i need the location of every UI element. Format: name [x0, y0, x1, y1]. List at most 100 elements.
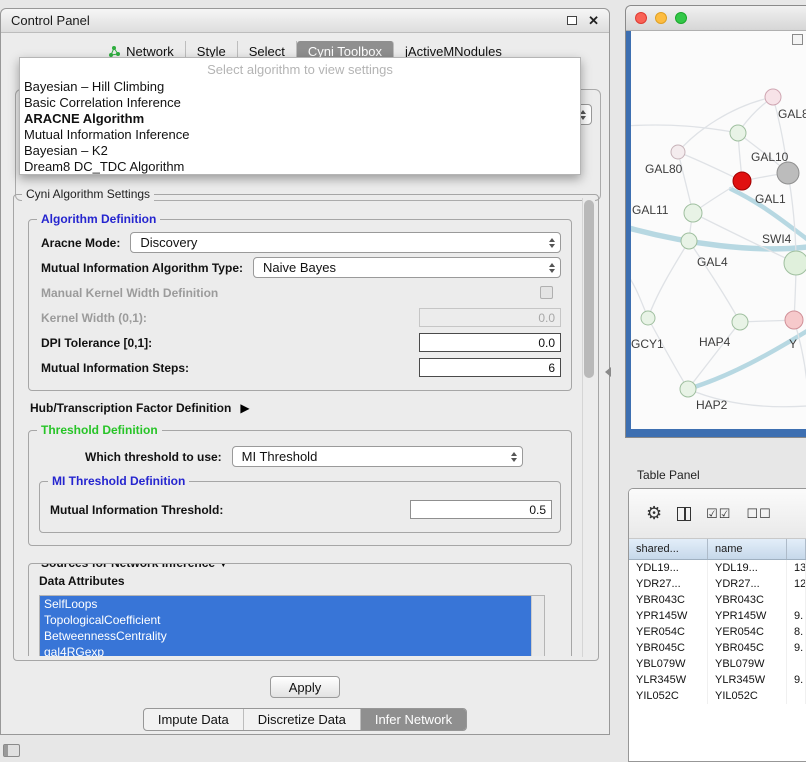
network-node[interactable]: [785, 311, 803, 329]
list-item[interactable]: gal4RGexp: [40, 644, 544, 656]
birdseye-toggle-button[interactable]: [792, 34, 803, 45]
cell: YIL052C: [708, 688, 787, 704]
mi-type-select[interactable]: Naive Bayes: [253, 257, 561, 278]
network-node[interactable]: [784, 251, 806, 275]
minimized-panel-icon[interactable]: [3, 744, 20, 757]
mi-steps-field[interactable]: [419, 358, 561, 377]
table-row[interactable]: YBR043CYBR043C: [629, 592, 806, 608]
tab-impute-data[interactable]: Impute Data: [144, 709, 244, 730]
cell: YBL079W: [708, 656, 787, 672]
settings-gear-icon[interactable]: ⚙: [646, 503, 662, 524]
cell: 8.: [787, 624, 806, 640]
mi-type-label: Mutual Information Algorithm Type:: [41, 261, 243, 275]
node-label: SWI4: [762, 232, 791, 246]
network-node[interactable]: [671, 145, 685, 159]
hub-definition-label: Hub/Transcription Factor Definition: [30, 401, 231, 415]
tab-discretize-data[interactable]: Discretize Data: [244, 709, 361, 730]
cell: [787, 656, 806, 672]
deselect-all-columns-icon[interactable]: ☐☐: [746, 506, 771, 522]
sources-title-text: Sources for Network Inference: [41, 563, 215, 570]
settings-scrollbar-track: [582, 198, 595, 657]
network-node[interactable]: [681, 233, 697, 249]
zoom-traffic-light[interactable]: [675, 12, 687, 24]
thick-edges: [631, 189, 806, 389]
table-row[interactable]: YBL079WYBL079W: [629, 656, 806, 672]
mi-threshold-field[interactable]: [410, 500, 552, 519]
table-row[interactable]: YER054CYER054C8.: [629, 624, 806, 640]
list-scrollbar-track[interactable]: [531, 596, 544, 656]
table-row[interactable]: YDL19...YDL19...13: [629, 560, 806, 576]
dropdown-item-selected[interactable]: ARACNE Algorithm: [20, 111, 580, 127]
cell: YDR27...: [708, 576, 787, 592]
network-canvas[interactable]: GAL8 GAL80 GAL10 GAL11 GAL1 SWI4 GAL4 GC…: [631, 31, 806, 429]
which-threshold-value: MI Threshold: [242, 449, 507, 464]
mi-threshold-group: MI Threshold Definition Mutual Informati…: [39, 481, 561, 533]
control-panel-window: Control Panel ✕ Network Style Select Cyn…: [0, 8, 610, 735]
sources-group-title[interactable]: Sources for Network Inference ▼: [37, 563, 232, 570]
network-node[interactable]: [680, 381, 696, 397]
data-attributes-list: SelfLoops TopologicalCoefficient Between…: [39, 595, 545, 656]
algorithm-dropdown-popup: Select algorithm to view settings Bayesi…: [19, 57, 581, 175]
cyni-algorithm-settings-group: Cyni Algorithm Settings Algorithm Defini…: [13, 194, 599, 661]
table-row[interactable]: YLR345WYLR345W9.: [629, 672, 806, 688]
combo-stepper-icon: [545, 238, 555, 248]
manual-kernel-checkbox[interactable]: [540, 286, 553, 299]
table-row[interactable]: YDR27...YDR27...12: [629, 576, 806, 592]
dpi-tolerance-field[interactable]: [419, 333, 561, 352]
table-panel-box: ⚙ ☑☑ ☐☐ shared... name YDL19...YDL19...1…: [628, 488, 806, 762]
column-header-extra[interactable]: [787, 539, 806, 559]
select-all-columns-icon[interactable]: ☑☑: [706, 506, 731, 522]
minimize-traffic-light[interactable]: [655, 12, 667, 24]
which-threshold-select[interactable]: MI Threshold: [232, 446, 523, 467]
table-row[interactable]: YPR145WYPR145W9.: [629, 608, 806, 624]
cell: YBR043C: [708, 592, 787, 608]
network-graph[interactable]: [631, 31, 806, 429]
control-panel-titlebar[interactable]: Control Panel ✕: [1, 9, 609, 33]
dropdown-item[interactable]: Dream8 DC_TDC Algorithm: [20, 159, 580, 175]
mi-threshold-label: Mutual Information Threshold:: [50, 503, 223, 517]
float-window-icon[interactable]: [567, 16, 577, 25]
network-node-selected[interactable]: [733, 172, 751, 190]
cell: [787, 592, 806, 608]
table-row[interactable]: YIL052CYIL052C: [629, 688, 806, 704]
panel-splitter-handle[interactable]: [605, 367, 611, 377]
network-node[interactable]: [732, 314, 748, 330]
node-label: GAL4: [697, 255, 728, 269]
table-body: YDL19...YDL19...13 YDR27...YDR27...12 YB…: [629, 560, 806, 704]
cell: YDL19...: [629, 560, 708, 576]
combo-stepper-icon: [545, 263, 555, 273]
column-header-shared-name[interactable]: shared...: [629, 539, 708, 559]
tab-infer-network[interactable]: Infer Network: [361, 709, 466, 730]
hub-definition-toggle[interactable]: Hub/Transcription Factor Definition ▶: [30, 401, 572, 415]
dropdown-item[interactable]: Bayesian – Hill Climbing: [20, 79, 580, 95]
list-item[interactable]: BetweennessCentrality: [40, 628, 544, 644]
node-label: GAL1: [755, 192, 786, 206]
close-traffic-light[interactable]: [635, 12, 647, 24]
network-node[interactable]: [730, 125, 746, 141]
network-node[interactable]: [777, 162, 799, 184]
settings-scrollbar-thumb[interactable]: [584, 200, 594, 378]
show-columns-icon[interactable]: [677, 507, 691, 521]
cell: 9.: [787, 672, 806, 688]
list-item[interactable]: TopologicalCoefficient: [40, 612, 544, 628]
aracne-mode-select[interactable]: Discovery: [130, 232, 561, 253]
node-label: HAP4: [699, 335, 730, 349]
dropdown-item[interactable]: Bayesian – K2: [20, 143, 580, 159]
expand-arrow-icon: ▶: [240, 401, 249, 415]
dropdown-item[interactable]: Mutual Information Inference: [20, 127, 580, 143]
apply-button[interactable]: Apply: [270, 676, 340, 698]
algorithm-definition-group: Algorithm Definition Aracne Mode: Discov…: [28, 219, 572, 391]
list-item[interactable]: SelfLoops: [40, 596, 544, 612]
dropdown-item[interactable]: Basic Correlation Inference: [20, 95, 580, 111]
network-node[interactable]: [684, 204, 702, 222]
network-node[interactable]: [765, 89, 781, 105]
network-window-titlebar[interactable]: [626, 6, 806, 31]
close-icon[interactable]: ✕: [588, 14, 599, 27]
network-node[interactable]: [641, 311, 655, 325]
kernel-width-field[interactable]: [419, 308, 561, 327]
manual-kernel-row: Manual Kernel Width Definition: [41, 280, 561, 305]
cell: YBR045C: [629, 640, 708, 656]
table-row[interactable]: YBR045CYBR045C9.: [629, 640, 806, 656]
cell: 13: [787, 560, 806, 576]
column-header-name[interactable]: name: [708, 539, 787, 559]
